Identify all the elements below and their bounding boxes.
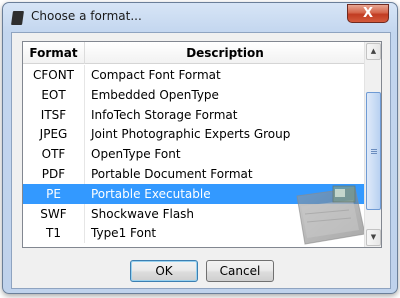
- description-cell: Embedded OpenType: [91, 87, 219, 102]
- dialog-window: Choose a format... X Format Description …: [2, 2, 398, 294]
- scrollbar-grip-icon: [371, 149, 377, 154]
- scroll-up-arrow-icon[interactable]: ▲: [366, 43, 381, 60]
- scroll-down-arrow-icon[interactable]: ▼: [366, 229, 381, 246]
- column-header-format[interactable]: Format: [23, 42, 85, 64]
- document-drag-icon: [293, 182, 369, 247]
- list-row-eot[interactable]: EOT Embedded OpenType: [23, 84, 365, 105]
- format-cell: ITSF: [23, 104, 85, 125]
- description-cell: InfoTech Storage Format: [91, 107, 238, 122]
- list-row-itsf[interactable]: ITSF InfoTech Storage Format: [23, 104, 365, 125]
- close-icon: X: [362, 6, 374, 21]
- format-cell: SWF: [23, 203, 85, 224]
- cancel-button[interactable]: Cancel: [206, 260, 274, 282]
- format-app-icon: [11, 11, 24, 25]
- document-drag-graphic: [296, 185, 366, 245]
- ok-button[interactable]: OK: [130, 260, 198, 282]
- format-cell: OTF: [23, 144, 85, 164]
- description-cell: Joint Photographic Experts Group: [91, 127, 291, 142]
- format-cell: PDF: [23, 163, 85, 184]
- list-row-otf[interactable]: OTF OpenType Font: [23, 144, 365, 164]
- format-cell: PE: [23, 183, 85, 204]
- format-list[interactable]: Format Description CFONT Compact Font Fo…: [22, 41, 382, 248]
- column-header-description[interactable]: Description: [85, 42, 365, 64]
- description-cell: Compact Font Format: [91, 68, 221, 82]
- list-row-pdf[interactable]: PDF Portable Document Format: [23, 163, 365, 184]
- format-cell: EOT: [23, 84, 85, 105]
- vertical-scrollbar[interactable]: ▲ ▼: [364, 42, 381, 247]
- title-bar[interactable]: Choose a format... X: [3, 3, 397, 33]
- close-button[interactable]: X: [347, 4, 389, 23]
- scrollbar-thumb[interactable]: [366, 92, 381, 210]
- list-row-cfont[interactable]: CFONT Compact Font Format: [23, 65, 365, 85]
- format-cell: T1: [23, 223, 85, 244]
- description-cell: Portable Document Format: [91, 166, 253, 181]
- description-cell: OpenType Font: [91, 147, 181, 162]
- format-cell: JPEG: [23, 124, 85, 145]
- window-title: Choose a format...: [31, 9, 142, 23]
- format-cell: CFONT: [23, 65, 85, 85]
- dialog-client-area: Format Description CFONT Compact Font Fo…: [11, 32, 391, 289]
- list-row-jpeg[interactable]: JPEG Joint Photographic Experts Group: [23, 124, 365, 145]
- list-header: Format Description: [23, 42, 365, 64]
